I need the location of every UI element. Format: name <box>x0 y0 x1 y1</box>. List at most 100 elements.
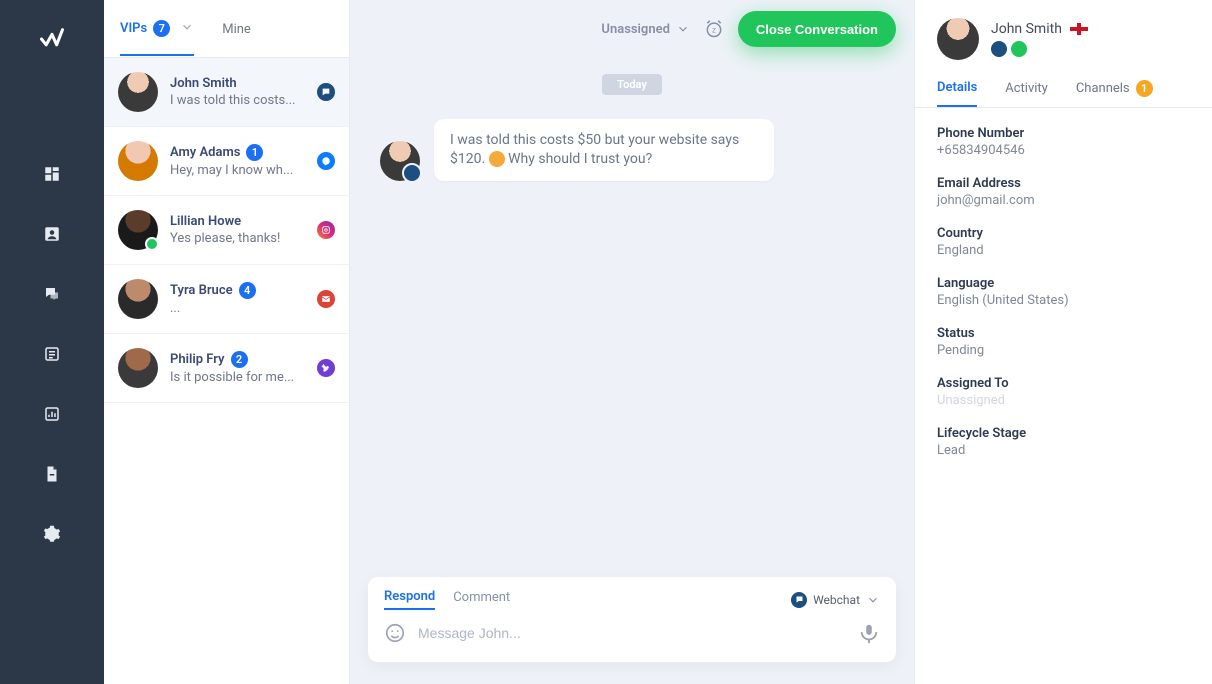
profile-channels <box>991 41 1088 57</box>
tab-activity[interactable]: Activity <box>1005 71 1048 106</box>
assignee-label: Unassigned <box>601 22 670 37</box>
field-value: john@gmail.com <box>937 193 1190 208</box>
conversation-list: VIPs 7 Mine John Smith I was told this c… <box>104 0 350 684</box>
snooze-icon[interactable]: Z <box>704 19 724 39</box>
conversation-preview: I was told this costs... <box>170 93 335 108</box>
composer-tabs: Respond Comment Webchat <box>384 589 880 610</box>
field-label: Phone Number <box>937 126 1190 141</box>
avatar <box>118 210 158 250</box>
field-label: Assigned To <box>937 376 1190 391</box>
tab-details[interactable]: Details <box>937 70 977 107</box>
nav-list-icon[interactable] <box>32 334 72 374</box>
message-avatar <box>380 141 420 181</box>
instagram-icon <box>317 221 335 239</box>
unread-badge: 4 <box>239 282 256 299</box>
message-input[interactable] <box>418 625 846 641</box>
nav-dashboard-icon[interactable] <box>32 154 72 194</box>
field-value: Unassigned <box>937 393 1190 408</box>
conversation-item[interactable]: Tyra Bruce 4 ... <box>104 265 349 334</box>
field-language: Language English (United States) <box>937 276 1190 308</box>
england-flag-icon <box>1070 23 1088 35</box>
tab-respond-label: Respond <box>384 589 435 604</box>
field-value: +65834904546 <box>937 143 1190 158</box>
chat-header: Unassigned Z Close Conversation <box>350 0 914 58</box>
tab-vips[interactable]: VIPs 7 <box>120 2 194 56</box>
app-logo-icon <box>37 24 67 54</box>
composer: Respond Comment Webchat <box>368 577 896 662</box>
tab-comment-label: Comment <box>453 590 510 605</box>
tab-comment[interactable]: Comment <box>453 590 510 609</box>
composer-channel-dropdown[interactable]: Webchat <box>791 592 880 608</box>
unread-badge: 1 <box>246 144 263 161</box>
presence-indicator <box>145 237 159 251</box>
nav-chat-icon[interactable] <box>32 274 72 314</box>
field-status: Status Pending <box>937 326 1190 358</box>
profile-header: John Smith <box>915 0 1212 70</box>
unread-badge: 2 <box>231 351 248 368</box>
webchat-icon <box>991 41 1007 57</box>
field-country: Country England <box>937 226 1190 258</box>
conversation-preview: ... <box>170 301 335 316</box>
message-row: I was told this costs $50 but your websi… <box>380 119 884 181</box>
day-divider: Today <box>602 74 662 95</box>
conversation-name: John Smith <box>170 76 335 91</box>
tab-respond[interactable]: Respond <box>384 589 435 610</box>
conversation-name: Amy Adams 1 <box>170 144 335 161</box>
tab-details-label: Details <box>937 80 977 95</box>
conversation-item[interactable]: Philip Fry 2 Is it possible for me... <box>104 334 349 403</box>
tab-channels[interactable]: Channels 1 <box>1076 70 1153 107</box>
message-bubble: I was told this costs $50 but your websi… <box>434 119 774 181</box>
profile-avatar <box>937 18 979 60</box>
conversation-name: Philip Fry 2 <box>170 351 335 368</box>
tab-mine[interactable]: Mine <box>222 4 251 53</box>
chevron-down-icon <box>676 22 690 36</box>
conversation-item[interactable]: Amy Adams 1 Hey, may I know wh... <box>104 127 349 196</box>
emoji-icon[interactable] <box>384 622 406 644</box>
profile-name: John Smith <box>991 21 1088 37</box>
details-tabs: Details Activity Channels 1 <box>915 70 1212 108</box>
assignee-dropdown[interactable]: Unassigned <box>601 22 690 37</box>
conversation-preview: Hey, may I know wh... <box>170 163 335 178</box>
avatar <box>118 72 158 112</box>
chevron-down-icon <box>866 593 880 607</box>
channels-badge: 1 <box>1136 80 1153 97</box>
chevron-down-icon[interactable] <box>180 20 194 38</box>
avatar <box>118 279 158 319</box>
nav-settings-icon[interactable] <box>32 514 72 554</box>
avatar <box>118 141 158 181</box>
field-label: Language <box>937 276 1190 291</box>
close-conversation-label: Close Conversation <box>756 22 878 37</box>
field-value: Lead <box>937 443 1190 458</box>
conversation-item[interactable]: Lillian Howe Yes please, thanks! <box>104 196 349 265</box>
tab-vips-label: VIPs <box>120 21 147 36</box>
close-conversation-button[interactable]: Close Conversation <box>738 11 896 47</box>
chat-body: Today I was told this costs $50 but your… <box>350 58 914 577</box>
field-assigned-to: Assigned To Unassigned <box>937 376 1190 408</box>
field-label: Status <box>937 326 1190 341</box>
avatar <box>118 348 158 388</box>
viber-icon <box>317 359 335 377</box>
composer-input-row <box>384 622 880 644</box>
conversation-item[interactable]: John Smith I was told this costs... <box>104 58 349 127</box>
gmail-icon <box>317 290 335 308</box>
composer-channel-label: Webchat <box>813 593 860 607</box>
left-nav <box>0 0 104 684</box>
conversation-name: Lillian Howe <box>170 214 335 229</box>
nav-contact-icon[interactable] <box>32 214 72 254</box>
vips-badge: 7 <box>153 20 170 37</box>
details-panel: John Smith Details Activity Channels 1 P… <box>914 0 1212 684</box>
message-text-b: Why should I trust you? <box>505 151 653 167</box>
tab-mine-label: Mine <box>222 22 251 37</box>
nav-stats-icon[interactable] <box>32 394 72 434</box>
tab-activity-label: Activity <box>1005 81 1048 96</box>
field-email: Email Address john@gmail.com <box>937 176 1190 208</box>
conversation-name: Tyra Bruce 4 <box>170 282 335 299</box>
conversation-preview: Is it possible for me... <box>170 370 335 385</box>
list-tabs: VIPs 7 Mine <box>104 0 349 58</box>
chat-panel: Unassigned Z Close Conversation Today I … <box>350 0 914 684</box>
nav-file-icon[interactable] <box>32 454 72 494</box>
mic-icon[interactable] <box>858 622 880 644</box>
field-label: Email Address <box>937 176 1190 191</box>
messenger-icon <box>317 152 335 170</box>
field-lifecycle: Lifecycle Stage Lead <box>937 426 1190 458</box>
